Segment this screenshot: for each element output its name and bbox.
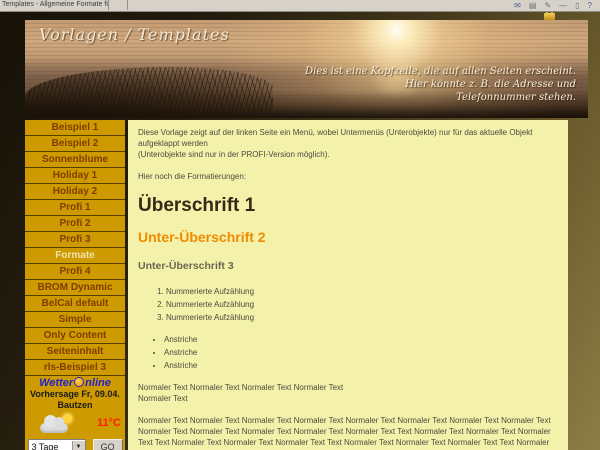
sidebar-item-profi-2[interactable]: Profi 2 xyxy=(25,216,125,232)
toolbar-divider xyxy=(107,0,128,10)
bullet-list-item: Anstriche xyxy=(164,359,558,372)
sidebar-item-beispiel-1[interactable]: Beispiel 1 xyxy=(25,120,125,136)
browser-toolbar: Templates - Allgemeine Formate für Texte… xyxy=(0,0,600,12)
numbered-list-item: Nummerierte Aufzählung xyxy=(166,298,558,311)
sidebar-item-sonnenblume[interactable]: Sonnenblume xyxy=(25,152,125,168)
forecast-range-value: 3 Tage xyxy=(29,442,59,450)
sidebar-item-seiteninhalt[interactable]: Seiteninhalt xyxy=(25,344,125,360)
formats-lead: Hier noch die Formatierungen: xyxy=(138,171,558,182)
numbered-list-item: Nummerierte Aufzählung xyxy=(166,285,558,298)
dune-grass-decoration xyxy=(25,67,273,118)
main-content: Diese Vorlage zeigt auf der linken Seite… xyxy=(128,120,568,450)
forecast-controls: 3 Tage ▼ GO xyxy=(25,439,125,450)
sidebar-item-profi-4[interactable]: Profi 4 xyxy=(25,264,125,280)
sidebar-item-beispiel-2[interactable]: Beispiel 2 xyxy=(25,136,125,152)
mail-icon[interactable]: ✉ xyxy=(514,1,521,10)
help-icon[interactable]: ? xyxy=(588,1,592,10)
normal-text-short: Normaler Text Normaler Text Normaler Tex… xyxy=(138,382,558,404)
cloud-sun-icon xyxy=(39,414,75,434)
heading-1: Überschrift 1 xyxy=(138,195,558,217)
forecast-condition-row: 11°C xyxy=(25,413,125,435)
toolbar-icons: ✉ ▤ ✎ — ▯ ? xyxy=(514,0,592,11)
wetteronline-sun-o-icon xyxy=(74,377,84,387)
wetteronline-logo[interactable]: Wetter nline xyxy=(25,377,125,389)
sidebar-item-brom-dynamic[interactable]: BROM Dynamic xyxy=(25,280,125,296)
bullet-list-item: Anstriche xyxy=(164,333,558,346)
sidebar-item-profi-3[interactable]: Profi 3 xyxy=(25,232,125,248)
logo-text-wetter: Wetter xyxy=(39,377,73,389)
sidebar-item-only-content[interactable]: Only Content xyxy=(25,328,125,344)
header-tagline: Dies ist eine Kopfzeile, die auf allen S… xyxy=(305,65,576,104)
sidebar-item-profi-1[interactable]: Profi 1 xyxy=(25,200,125,216)
minimize-icon[interactable]: — xyxy=(559,1,567,10)
numbered-list: Nummerierte Aufzählung Nummerierte Aufzä… xyxy=(138,285,558,324)
numbered-list-item: Nummerierte Aufzählung xyxy=(166,311,558,324)
forecast-date: Vorhersage Fr, 09.04. xyxy=(25,389,125,400)
heading-2: Unter-Überschrift 2 xyxy=(138,229,558,245)
temperature-value: 11°C xyxy=(97,417,121,429)
header-banner: Vorlagen / Templates Dies ist eine Kopfz… xyxy=(25,20,588,118)
site-title: Vorlagen / Templates xyxy=(39,25,230,44)
weather-widget: Wetter nline Vorhersage Fr, 09.04. Bautze… xyxy=(25,377,125,450)
sidebar-item-simple[interactable]: Simple xyxy=(25,312,125,328)
window-title-fragment: Templates - Allgemeine Formate für Texte… xyxy=(0,0,109,10)
sidebar-item-rls-beispiel-3[interactable]: rls-Beispiel 3 xyxy=(25,360,125,376)
edit-icon[interactable]: ✎ xyxy=(544,1,551,10)
forecast-city: Bautzen xyxy=(25,400,125,411)
dropdown-arrow-icon[interactable]: ▼ xyxy=(72,441,85,450)
heading-3: Unter-Überschrift 3 xyxy=(138,260,558,272)
screen: Templates - Allgemeine Formate für Texte… xyxy=(0,0,600,450)
sidebar-item-holiday-2[interactable]: Holiday 2 xyxy=(25,184,125,200)
print-icon[interactable]: ▤ xyxy=(529,1,537,10)
go-button[interactable]: GO xyxy=(93,439,123,450)
normal-text-long: Normaler Text Normaler Text Normaler Tex… xyxy=(138,415,558,450)
sidebar-item-belcal-default[interactable]: BelCal default xyxy=(25,296,125,312)
lock-body xyxy=(544,13,555,20)
sidebar-item-formate[interactable]: Formate xyxy=(25,248,125,264)
intro-paragraph: Diese Vorlage zeigt auf der linken Seite… xyxy=(138,127,558,160)
sidebar-item-holiday-1[interactable]: Holiday 1 xyxy=(25,168,125,184)
logo-text-nline: nline xyxy=(85,377,111,389)
page-icon[interactable]: ▯ xyxy=(575,1,579,10)
forecast-range-select[interactable]: 3 Tage ▼ xyxy=(28,439,86,450)
bullet-list: Anstriche Anstriche Anstriche xyxy=(138,333,558,372)
bullet-list-item: Anstriche xyxy=(164,346,558,359)
